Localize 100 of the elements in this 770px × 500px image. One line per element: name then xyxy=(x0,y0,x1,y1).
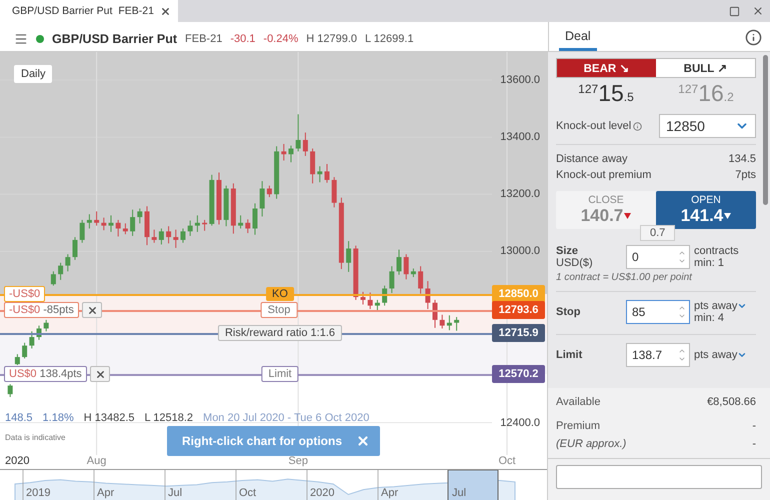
candlestick xyxy=(152,229,157,244)
candlestick xyxy=(65,254,70,272)
scrollbar[interactable] xyxy=(763,55,768,205)
close-icon xyxy=(356,434,370,448)
price-badge: 12570.2 xyxy=(492,365,545,383)
summary-label: Available xyxy=(556,396,600,408)
maximize-icon xyxy=(728,6,740,16)
minimum-label: min: 4 xyxy=(694,312,725,324)
range-percent: 1.18% xyxy=(42,412,74,424)
axis-label: Sep xyxy=(288,455,308,467)
candlestick xyxy=(454,316,460,332)
candlestick xyxy=(180,228,186,244)
navigator-label: 2019 xyxy=(26,487,50,499)
close-button[interactable] xyxy=(356,434,370,448)
currency-label: USD($) xyxy=(556,257,594,269)
candlestick xyxy=(166,226,172,244)
direction-toggle[interactable]: BEAR ↘ xyxy=(557,59,656,77)
candlestick xyxy=(260,180,265,218)
candlestick xyxy=(296,114,301,152)
price-change: -30.1 xyxy=(230,32,256,44)
up-chevron-icon[interactable] xyxy=(678,304,686,312)
candlestick xyxy=(158,228,164,246)
knockout-select[interactable]: 12850 xyxy=(659,114,756,138)
tab-title: GBP/USD Barrier Put xyxy=(12,5,112,17)
info-icon[interactable] xyxy=(745,29,762,46)
summary-value: - xyxy=(752,420,756,432)
axis-label: 13000.0 xyxy=(500,245,540,258)
price-badge: 12715.9 xyxy=(492,324,545,342)
percent-change: -0.24% xyxy=(263,32,298,44)
candlestick xyxy=(302,132,308,156)
hint-text: 1 contract = US$1.00 per point xyxy=(556,272,694,283)
down-chevron-icon[interactable] xyxy=(678,312,686,320)
up-chevron-icon[interactable] xyxy=(678,347,686,355)
candlestick xyxy=(310,148,316,184)
axis-label: Aug xyxy=(86,455,106,467)
close-icon[interactable] xyxy=(160,6,171,16)
interval-button[interactable]: Daily xyxy=(14,65,52,83)
low-price: L 12699.1 xyxy=(365,32,414,44)
deal-button[interactable] xyxy=(556,465,762,489)
candlestick xyxy=(58,262,64,280)
price-badge: 12793.6 xyxy=(492,301,545,319)
chevron-icon[interactable] xyxy=(737,350,748,360)
summary-value: - xyxy=(752,438,756,450)
candlestick xyxy=(94,210,100,226)
chevron-icon[interactable] xyxy=(737,301,748,311)
candlestick xyxy=(50,270,56,286)
document-tab[interactable]: GBP/USD Barrier Put FEB-21 xyxy=(0,0,178,22)
axis-label: 12400.0 xyxy=(500,416,540,429)
unit-label: contracts xyxy=(694,245,740,257)
spread-value: 0.7 xyxy=(640,225,676,241)
menu-icon[interactable] xyxy=(14,32,28,46)
candlestick xyxy=(188,220,193,236)
candlestick xyxy=(137,208,142,224)
limit-input[interactable]: 138.7 xyxy=(626,343,690,367)
remove-button[interactable] xyxy=(90,366,110,382)
date-range: Mon 20 Jul 2020 - Tue 6 Oct 2020 xyxy=(203,412,370,424)
info-value: 134.5 xyxy=(728,153,756,165)
level-tag: KO xyxy=(266,287,294,301)
down-chevron-icon[interactable] xyxy=(678,257,686,265)
unit-selector[interactable]: pts away xyxy=(694,300,738,312)
year-label: 2020 xyxy=(5,455,30,467)
axis-label: 13200.0 xyxy=(500,188,540,200)
price-quote: $^{127}$ 15.5 xyxy=(578,80,634,106)
size-input[interactable]: 0 xyxy=(626,245,690,269)
range-change: 148.5 xyxy=(5,412,33,424)
info-label: Knock-out premium xyxy=(556,169,652,181)
down-triangle-icon xyxy=(624,213,632,219)
summary-value: €8,508.66 xyxy=(707,396,756,408)
candlestick xyxy=(202,219,208,232)
down-chevron-icon[interactable] xyxy=(678,355,686,363)
candlestick xyxy=(245,218,250,234)
navigator-label: Apr xyxy=(97,487,114,499)
navigator-label: Apr xyxy=(381,487,398,499)
axis-label: 13600.0 xyxy=(500,74,540,86)
candlestick xyxy=(80,219,85,244)
candlestick xyxy=(44,319,49,332)
tab-expiry: FEB-21 xyxy=(118,5,154,17)
trade-button[interactable]: OPEN 141.4 xyxy=(656,191,756,229)
candlestick xyxy=(396,249,402,276)
candlestick xyxy=(252,202,258,236)
remove-button[interactable] xyxy=(82,302,102,318)
field-label: Stop xyxy=(556,306,582,318)
candlestick xyxy=(14,354,20,366)
level-tag: Risk/reward ratio 1:1.6 xyxy=(218,325,342,341)
candlestick xyxy=(8,384,13,398)
direction-toggle[interactable]: BULL ↗ xyxy=(656,59,755,77)
unit-selector[interactable]: pts away xyxy=(694,349,738,361)
candlestick xyxy=(72,236,78,260)
up-chevron-icon[interactable] xyxy=(678,249,686,257)
stop-input[interactable]: 85 xyxy=(626,300,690,324)
info-icon[interactable] xyxy=(633,122,642,130)
candlestick xyxy=(368,292,373,310)
field-label: Knock-out level xyxy=(556,120,632,132)
candlestick xyxy=(130,209,136,236)
candlestick xyxy=(346,240,352,272)
candlestick xyxy=(332,176,337,208)
summary-label: Premium xyxy=(556,420,600,432)
close-icon xyxy=(752,5,764,17)
candlestick xyxy=(29,330,34,349)
candlestick xyxy=(324,163,330,184)
